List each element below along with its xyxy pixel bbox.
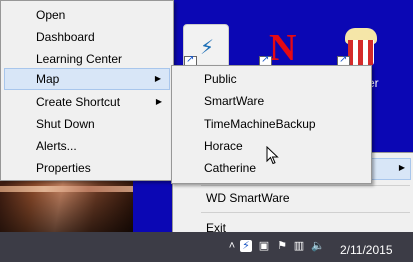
wd-drive-icon[interactable]: ▣ bbox=[258, 240, 270, 252]
menu-item-create-shortcut-label: Create Shortcut bbox=[36, 95, 121, 109]
network-icon[interactable]: ▥ bbox=[293, 240, 305, 252]
menu-separator bbox=[201, 185, 410, 186]
menu-item-learning-center[interactable]: Learning Center bbox=[4, 48, 170, 70]
menu-item-alerts[interactable]: Alerts... bbox=[4, 135, 170, 157]
taskbar-clock[interactable]: 2/11/2015 bbox=[340, 243, 393, 257]
menu-item-map[interactable]: Map ▶ bbox=[4, 68, 170, 90]
drive-context-menu: Open Dashboard Learning Center Map ▶ Cre… bbox=[0, 0, 174, 181]
map-submenu: Public SmartWare TimeMachineBackup Horac… bbox=[171, 65, 372, 184]
submenu-arrow-icon: ▶ bbox=[154, 74, 161, 83]
menu-item-open[interactable]: Open bbox=[4, 4, 170, 26]
menu-item-shut-down[interactable]: Shut Down bbox=[4, 113, 170, 135]
menu-separator bbox=[201, 212, 410, 213]
menu-item-properties[interactable]: Properties bbox=[4, 157, 170, 179]
submenu-item-public[interactable]: Public bbox=[175, 68, 368, 90]
menu-item-wd-smartware[interactable]: WD SmartWare bbox=[206, 187, 290, 209]
chevron-up-icon[interactable]: ˄ bbox=[226, 240, 238, 252]
submenu-item-timemachinebackup[interactable]: TimeMachineBackup bbox=[175, 113, 368, 135]
submenu-item-smartware[interactable]: SmartWare bbox=[175, 90, 368, 112]
wd-tray-icon[interactable]: ⚡ bbox=[240, 240, 252, 252]
submenu-arrow-icon: ▶ bbox=[398, 163, 405, 172]
menu-item-map-label: Map bbox=[36, 72, 60, 86]
wallpaper-photo bbox=[0, 176, 133, 232]
menu-item-dashboard[interactable]: Dashboard bbox=[4, 26, 170, 48]
volume-icon[interactable]: 🔈 bbox=[311, 240, 325, 252]
app-logo-icon: ⚡ bbox=[200, 37, 215, 59]
flag-icon[interactable]: ⚑ bbox=[276, 240, 288, 252]
submenu-arrow-icon: ▶ bbox=[155, 97, 162, 106]
menu-item-create-shortcut[interactable]: Create Shortcut ▶ bbox=[4, 91, 170, 113]
